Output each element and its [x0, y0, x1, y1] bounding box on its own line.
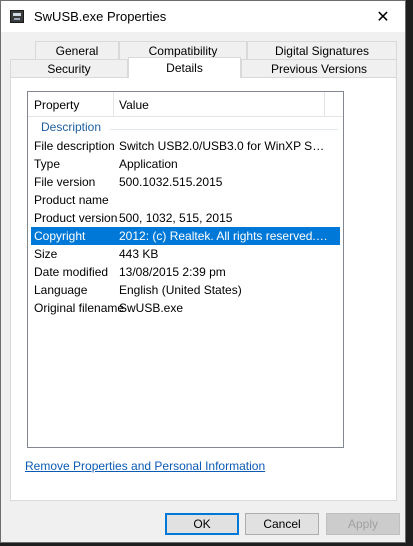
property-value: 443 KB	[119, 247, 159, 261]
property-value: SwUSB.exe	[119, 301, 184, 315]
list-item[interactable]: File version 500.1032.515.2015	[28, 173, 343, 191]
list-header: Property Value	[28, 92, 343, 117]
list-item[interactable]: Language English (United States)	[28, 281, 343, 299]
tab-previous-versions[interactable]: Previous Versions	[241, 59, 397, 78]
group-divider	[110, 129, 338, 130]
cancel-button[interactable]: Cancel	[245, 513, 319, 535]
property-name: Type	[34, 157, 61, 171]
properties-dialog: SwUSB.exe Properties ✕ General Compatibi…	[0, 0, 406, 543]
property-name: Size	[34, 247, 58, 261]
property-value: 2012: (c) Realtek. All rights reserved. …	[119, 229, 331, 243]
list-item[interactable]: Date modified 13/08/2015 2:39 pm	[28, 263, 343, 281]
list-item[interactable]: Product version 500, 1032, 515, 2015	[28, 209, 343, 227]
apply-button[interactable]: Apply	[326, 513, 400, 535]
remove-properties-link[interactable]: Remove Properties and Personal Informati…	[25, 459, 265, 473]
property-name: Original filename	[34, 301, 125, 315]
title-bar: SwUSB.exe Properties ✕	[1, 1, 405, 32]
property-name: Product version	[34, 211, 118, 225]
tab-digital-signatures[interactable]: Digital Signatures	[247, 41, 397, 60]
property-value: Application	[119, 157, 178, 171]
close-button[interactable]: ✕	[361, 1, 405, 32]
tab-security[interactable]: Security	[10, 59, 128, 78]
property-name: File description	[34, 139, 115, 153]
properties-list[interactable]: Property Value Description File descript…	[27, 91, 344, 448]
property-value: 500, 1032, 515, 2015	[119, 211, 233, 225]
list-item[interactable]: Product name	[28, 191, 343, 209]
property-value: 500.1032.515.2015	[119, 175, 223, 189]
list-item[interactable]: Original filename SwUSB.exe	[28, 299, 343, 317]
property-name: Product name	[34, 193, 109, 207]
list-item[interactable]: Size 443 KB	[28, 245, 343, 263]
property-name: File version	[34, 175, 96, 189]
property-name: Date modified	[34, 265, 109, 279]
property-name: Language	[34, 283, 88, 297]
property-value: 13/08/2015 2:39 pm	[119, 265, 226, 279]
ok-button[interactable]: OK	[165, 513, 239, 535]
property-value: Switch USB2.0/USB3.0 for WinXP SP2...	[119, 139, 331, 153]
details-panel: Property Value Description File descript…	[10, 77, 397, 501]
app-icon	[10, 10, 24, 23]
column-header-value[interactable]: Value	[113, 92, 324, 117]
list-item[interactable]: File description Switch USB2.0/USB3.0 fo…	[28, 137, 343, 155]
list-item-selected[interactable]: Copyright 2012: (c) Realtek. All rights …	[31, 227, 340, 245]
list-item[interactable]: Type Application	[28, 155, 343, 173]
property-name: Copyright	[34, 229, 86, 243]
tab-general[interactable]: General	[35, 41, 119, 60]
property-value: English (United States)	[119, 283, 242, 297]
tab-details[interactable]: Details	[128, 57, 241, 78]
group-header-description[interactable]: Description	[41, 120, 101, 134]
column-divider[interactable]	[324, 92, 325, 116]
window-title: SwUSB.exe Properties	[34, 9, 167, 24]
column-header-property[interactable]: Property	[28, 92, 113, 117]
